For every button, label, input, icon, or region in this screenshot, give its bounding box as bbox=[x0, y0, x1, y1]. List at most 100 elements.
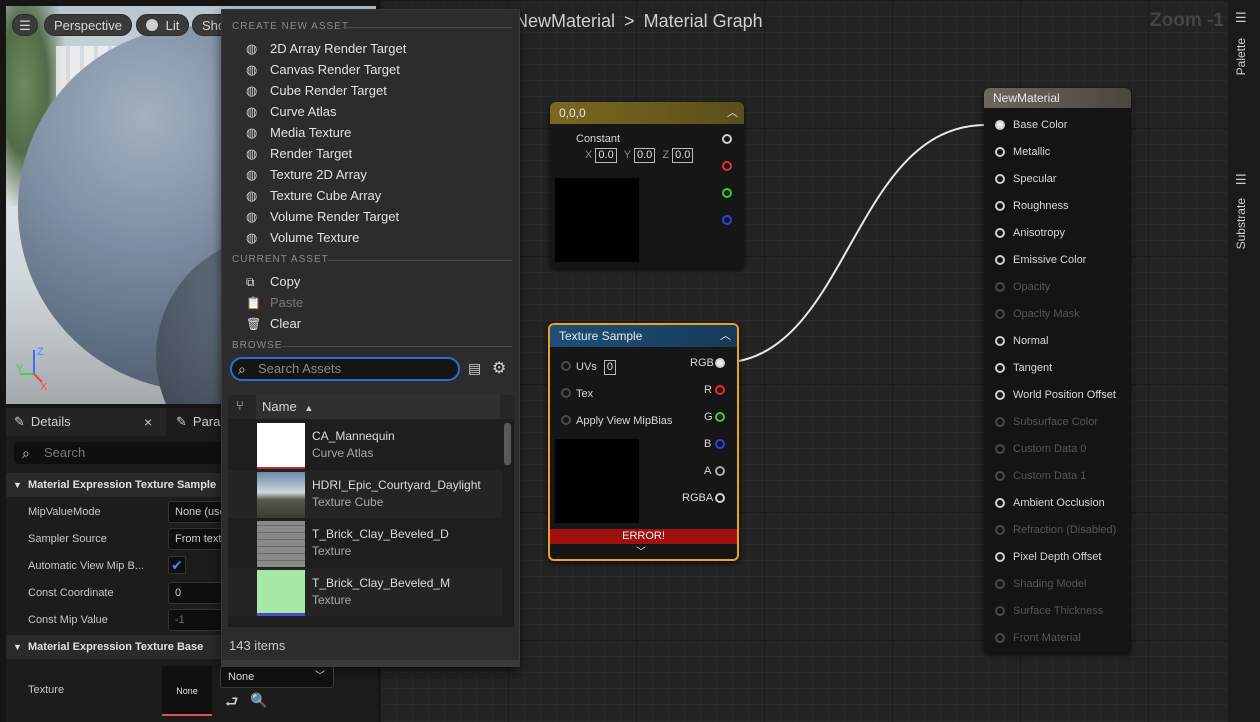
input-pin-16[interactable] bbox=[995, 552, 1005, 562]
tab-details[interactable]: ✎ Details bbox=[14, 408, 71, 436]
create-asset-menu-item[interactable]: ◍ Render Target bbox=[246, 144, 352, 164]
automatic-view-mip-bias-checkbox[interactable]: ✔ bbox=[168, 556, 186, 574]
input-pin-10[interactable] bbox=[995, 390, 1005, 400]
side-tab-bar: ☰ Palette ☰ Substrate bbox=[1228, 0, 1260, 722]
close-details-tab-button[interactable]: × bbox=[144, 408, 152, 436]
material-result-node-header[interactable]: NewMaterial bbox=[984, 88, 1131, 108]
lit-button[interactable]: Lit bbox=[136, 14, 190, 36]
input-pin-0[interactable] bbox=[995, 120, 1005, 130]
input-pin-15[interactable] bbox=[995, 525, 1005, 535]
breadcrumb-separator-icon: > bbox=[624, 11, 635, 31]
expand-node-icon[interactable]: ﹀ bbox=[636, 543, 646, 558]
create-asset-menu-item[interactable]: ◍ Cube Render Target bbox=[246, 81, 387, 101]
clear-menu-item[interactable]: 🗑 Clear bbox=[246, 314, 301, 334]
tab-substrate[interactable]: Substrate bbox=[1234, 198, 1248, 249]
output-pin-g[interactable] bbox=[715, 412, 725, 422]
output-pin-b[interactable] bbox=[715, 439, 725, 449]
input-pin-5[interactable] bbox=[995, 255, 1005, 265]
texture-asset-combo[interactable]: None ﹀ bbox=[220, 666, 334, 688]
texture-sample-node[interactable]: Texture Sample ︿ UVs 0 Tex Apply View Mi… bbox=[548, 323, 739, 561]
material-result-node[interactable]: NewMaterial Base Color Metallic Specular Ro… bbox=[984, 88, 1131, 653]
uvs-value-input[interactable]: 0 bbox=[603, 360, 616, 375]
use-selected-asset-icon[interactable]: ⮐ bbox=[225, 692, 239, 717]
asset-list-scrollbar[interactable] bbox=[504, 423, 511, 465]
breadcrumb-view: Material Graph bbox=[643, 11, 763, 31]
collapse-node-icon[interactable]: ︿ bbox=[720, 325, 731, 347]
paste-menu-item[interactable]: 📋 Paste bbox=[246, 293, 303, 313]
browse-to-asset-icon[interactable]: 🔍 bbox=[250, 692, 267, 709]
input-pin-11[interactable] bbox=[995, 417, 1005, 427]
asset-thumbnail bbox=[257, 472, 305, 518]
tab-palette[interactable]: Palette bbox=[1234, 38, 1248, 75]
material-pin-label: Surface Thickness bbox=[1013, 605, 1104, 617]
x-value-input[interactable]: 0.0 bbox=[595, 148, 617, 163]
prop-label-const-mip-value: Const Mip Value bbox=[28, 614, 108, 626]
input-pin-1[interactable] bbox=[995, 147, 1005, 157]
folder-icon[interactable]: ▤ bbox=[468, 360, 481, 377]
name-column-header[interactable]: Name ▲ bbox=[256, 395, 500, 419]
asset-list-item[interactable]: HDRI_Epic_Courtyard_Daylight Texture Cube bbox=[228, 470, 502, 518]
input-pin-uvs[interactable] bbox=[561, 361, 571, 371]
material-pin-label: Custom Data 1 bbox=[1013, 470, 1087, 482]
prop-label-sampler-source: Sampler Source bbox=[28, 533, 107, 545]
input-pin-13[interactable] bbox=[995, 471, 1005, 481]
output-pin-rgba[interactable] bbox=[715, 493, 725, 503]
input-pin-2[interactable] bbox=[995, 174, 1005, 184]
input-pin-7[interactable] bbox=[995, 309, 1005, 319]
collapse-node-icon[interactable]: ︿ bbox=[727, 102, 738, 124]
create-asset-menu-item[interactable]: ◍ Texture 2D Array bbox=[246, 165, 367, 185]
input-pin-14[interactable] bbox=[995, 498, 1005, 508]
viewport-menu-button[interactable]: ☰ bbox=[12, 14, 38, 36]
input-pin-4[interactable] bbox=[995, 228, 1005, 238]
create-asset-menu-item[interactable]: ◍ Curve Atlas bbox=[246, 102, 336, 122]
z-value-input[interactable]: 0.0 bbox=[672, 148, 694, 163]
material-pin-label: Roughness bbox=[1013, 200, 1069, 212]
texture-sample-node-header[interactable]: Texture Sample ︿ bbox=[550, 325, 737, 347]
create-asset-menu-item[interactable]: ◍ 2D Array Render Target bbox=[246, 39, 406, 59]
create-asset-menu-item[interactable]: ◍ Texture Cube Array bbox=[246, 186, 381, 206]
output-pin-rgb[interactable] bbox=[722, 134, 732, 144]
create-asset-menu-item[interactable]: ◍ Volume Render Target bbox=[246, 207, 399, 227]
asset-list-item[interactable]: CA_Mannequin Curve Atlas bbox=[228, 421, 502, 469]
create-asset-label: Cube Render Target bbox=[270, 83, 387, 98]
input-pin-6[interactable] bbox=[995, 282, 1005, 292]
texture-thumbnail[interactable]: None bbox=[162, 666, 212, 716]
material-pin-label: Shading Model bbox=[1013, 578, 1087, 590]
search-assets-input[interactable]: ⌕ Search Assets bbox=[230, 357, 460, 381]
output-pin-b[interactable] bbox=[722, 215, 732, 225]
material-pin-label: Front Material bbox=[1013, 632, 1081, 644]
output-pin-r[interactable] bbox=[722, 161, 732, 171]
list-icon: ☰ bbox=[1235, 172, 1247, 187]
input-pin-19[interactable] bbox=[995, 633, 1005, 643]
output-pin-g[interactable] bbox=[722, 188, 732, 198]
branch-icon[interactable]: ⑂ bbox=[236, 398, 244, 413]
output-pin-a[interactable] bbox=[715, 466, 725, 476]
create-asset-menu-item[interactable]: ◍ Media Texture bbox=[246, 123, 351, 143]
constant3-node[interactable]: 0,0,0 ︿ Constant X 0.0 Y 0.0 Z 0.0 bbox=[550, 102, 744, 268]
input-pin-12[interactable] bbox=[995, 444, 1005, 454]
breadcrumb: NewMaterial > Material Graph bbox=[515, 11, 763, 32]
asset-list-item[interactable]: T_Brick_Clay_Beveled_M Texture bbox=[228, 568, 502, 616]
create-asset-label: Texture Cube Array bbox=[270, 188, 382, 203]
input-pin-tex[interactable] bbox=[561, 388, 571, 398]
asset-list-item[interactable]: T_Brick_Clay_Beveled_D Texture bbox=[228, 519, 502, 567]
y-value-input[interactable]: 0.0 bbox=[633, 148, 656, 163]
input-pin-apply-view-mipbias[interactable] bbox=[561, 415, 571, 425]
input-pin-9[interactable] bbox=[995, 363, 1005, 373]
create-asset-menu-item[interactable]: ◍ Volume Texture bbox=[246, 228, 359, 248]
output-pin-r[interactable] bbox=[715, 385, 725, 395]
breadcrumb-asset[interactable]: NewMaterial bbox=[515, 11, 615, 31]
constant3-node-header[interactable]: 0,0,0 ︿ bbox=[550, 102, 744, 124]
create-asset-menu-item[interactable]: ◍ Canvas Render Target bbox=[246, 60, 400, 80]
input-pin-17[interactable] bbox=[995, 579, 1005, 589]
input-pin-18[interactable] bbox=[995, 606, 1005, 616]
perspective-button[interactable]: Perspective bbox=[44, 14, 132, 36]
copy-menu-item[interactable]: ⧉ Copy bbox=[246, 272, 300, 292]
clear-label: Clear bbox=[270, 316, 302, 331]
input-pin-3[interactable] bbox=[995, 201, 1005, 211]
output-pin-rgb[interactable] bbox=[715, 358, 725, 368]
copy-label: Copy bbox=[270, 274, 301, 289]
gear-icon[interactable]: ⚙ bbox=[492, 358, 506, 378]
material-pin-label: Custom Data 0 bbox=[1013, 443, 1087, 455]
input-pin-8[interactable] bbox=[995, 336, 1005, 346]
